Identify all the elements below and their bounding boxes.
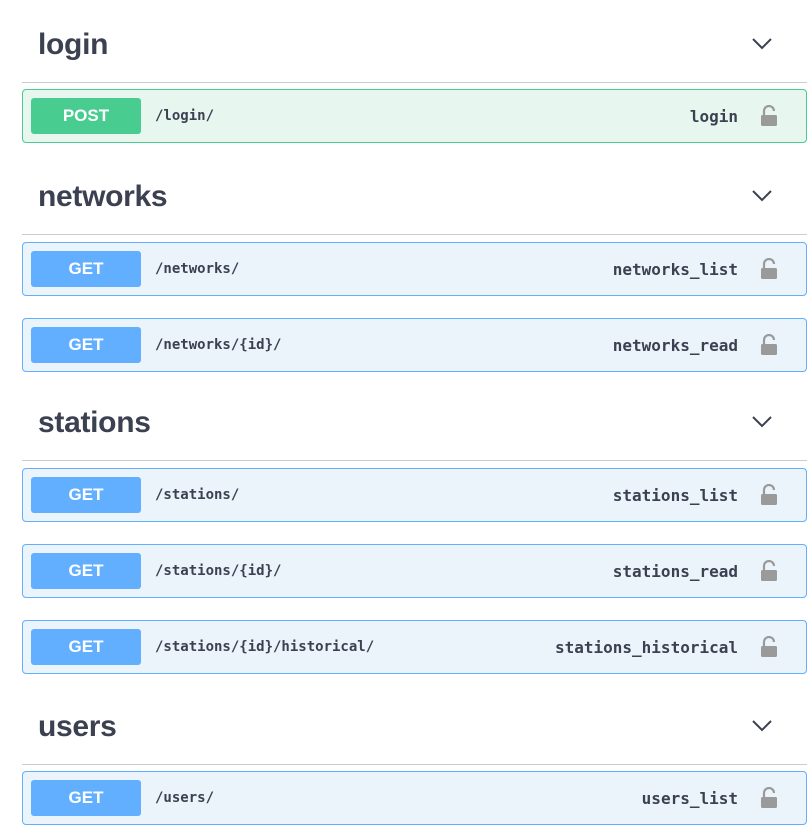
method-badge: GET	[31, 251, 141, 287]
tag-header-login[interactable]: login	[22, 8, 807, 83]
method-badge: POST	[31, 98, 141, 134]
unlocked-lock-icon[interactable]	[760, 484, 778, 506]
operation-path: /stations/{id}/historical/	[155, 639, 375, 655]
tag-title: networks	[38, 180, 168, 213]
operation-summary: stations_read	[612, 561, 738, 581]
operation-path: /networks/{id}/	[155, 337, 282, 353]
operation-path: /users/	[155, 790, 215, 806]
unlocked-lock-icon[interactable]	[760, 334, 778, 356]
method-badge: GET	[31, 477, 141, 513]
method-badge: GET	[31, 553, 141, 589]
method-badge: GET	[31, 629, 141, 665]
operation-get-networks-read[interactable]: GET /networks/{id}/ networks_read	[22, 318, 807, 372]
tag-header-stations[interactable]: stations	[22, 386, 807, 461]
operation-summary: networks_list	[612, 259, 738, 279]
unlocked-lock-icon[interactable]	[760, 636, 778, 658]
chevron-down-icon[interactable]	[751, 415, 773, 429]
tag-header-networks[interactable]: networks	[22, 160, 807, 235]
operation-summary: users_list	[641, 788, 738, 808]
operation-path: /stations/{id}/	[155, 563, 282, 579]
operation-get-networks-list[interactable]: GET /networks/ networks_list	[22, 242, 807, 296]
method-badge: GET	[31, 780, 141, 816]
unlocked-lock-icon[interactable]	[760, 105, 778, 127]
operation-path: /login/	[155, 108, 215, 124]
tag-title: users	[38, 710, 117, 743]
operation-summary: stations_list	[612, 485, 738, 505]
tag-header-users[interactable]: users	[22, 690, 807, 765]
operation-summary: login	[689, 106, 738, 126]
method-badge: GET	[31, 327, 141, 363]
operation-summary: stations_historical	[554, 637, 738, 657]
operation-post-login[interactable]: POST /login/ login	[22, 89, 807, 143]
chevron-down-icon[interactable]	[751, 719, 773, 733]
operation-get-stations-read[interactable]: GET /stations/{id}/ stations_read	[22, 544, 807, 598]
operation-path: /networks/	[155, 261, 240, 277]
tag-title: stations	[38, 406, 151, 439]
unlocked-lock-icon[interactable]	[760, 787, 778, 809]
unlocked-lock-icon[interactable]	[760, 560, 778, 582]
tag-title: login	[38, 28, 109, 61]
operation-get-stations-list[interactable]: GET /stations/ stations_list	[22, 468, 807, 522]
operation-path: /stations/	[155, 487, 240, 503]
unlocked-lock-icon[interactable]	[760, 258, 778, 280]
operation-summary: networks_read	[612, 335, 738, 355]
chevron-down-icon[interactable]	[751, 37, 773, 51]
chevron-down-icon[interactable]	[751, 189, 773, 203]
operation-get-stations-historical[interactable]: GET /stations/{id}/historical/ stations_…	[22, 620, 807, 674]
operation-get-users-list[interactable]: GET /users/ users_list	[22, 771, 807, 825]
